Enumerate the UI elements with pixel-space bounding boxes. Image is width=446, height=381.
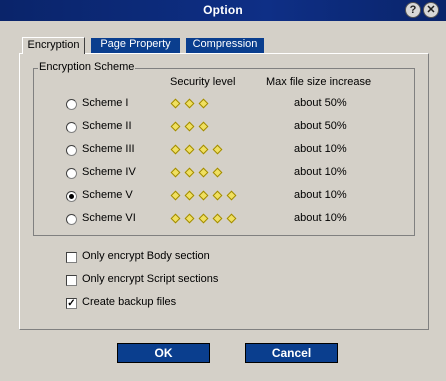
security-level-indicator [170,121,212,133]
diamond-icon [198,167,209,178]
scheme-radio[interactable] [66,191,77,202]
size-increase-value: about 10% [294,212,347,224]
diamond-icon [212,213,223,224]
diamond-icon [198,121,209,132]
diamond-icon [170,213,181,224]
scheme-radio[interactable] [66,122,77,133]
option-checkbox[interactable]: ✓ [66,298,77,309]
ok-button[interactable]: OK [117,343,210,363]
diamond-icon [198,98,209,109]
size-increase-value: about 10% [294,143,347,155]
scheme-label[interactable]: Scheme IV [82,166,136,178]
diamond-icon [212,190,223,201]
scheme-radio[interactable] [66,214,77,225]
security-level-header: Security level [170,76,236,88]
diamond-icon [170,121,181,132]
diamond-icon [184,213,195,224]
cancel-button[interactable]: Cancel [245,343,338,363]
close-icon[interactable]: ✕ [423,2,439,18]
scheme-label[interactable]: Scheme III [82,143,135,155]
scheme-label[interactable]: Scheme I [82,97,128,109]
diamond-icon [184,190,195,201]
group-title: Encryption Scheme [38,61,136,73]
option-label[interactable]: Only encrypt Body section [82,250,210,262]
size-increase-value: about 50% [294,97,347,109]
option-checkbox[interactable] [66,275,77,286]
size-increase-value: about 50% [294,120,347,132]
diamond-icon [170,167,181,178]
diamond-icon [212,167,223,178]
size-increase-value: about 10% [294,189,347,201]
tab-page-property[interactable]: Page Property [91,38,180,53]
diamond-icon [212,144,223,155]
option-label[interactable]: Only encrypt Script sections [82,273,218,285]
tab-encryption[interactable]: Encryption [22,37,85,54]
diamond-icon [184,121,195,132]
scheme-label[interactable]: Scheme VI [82,212,136,224]
scheme-label[interactable]: Scheme II [82,120,132,132]
scheme-label[interactable]: Scheme V [82,189,133,201]
option-dialog: Option ? ✕ Encryption Page Property Comp… [0,0,446,381]
diamond-icon [226,190,237,201]
security-level-indicator [170,213,240,225]
diamond-icon [184,144,195,155]
diamond-icon [170,144,181,155]
security-level-indicator [170,167,226,179]
tab-compression[interactable]: Compression [186,38,264,53]
scheme-radio[interactable] [66,145,77,156]
size-increase-header: Max file size increase [266,76,372,88]
security-level-indicator [170,144,226,156]
option-label[interactable]: Create backup files [82,296,176,308]
window-title: Option [203,3,243,17]
scheme-radio[interactable] [66,99,77,110]
help-icon[interactable]: ? [405,2,421,18]
scheme-radio[interactable] [66,168,77,179]
diamond-icon [226,213,237,224]
diamond-icon [170,98,181,109]
diamond-icon [198,213,209,224]
diamond-icon [198,144,209,155]
size-increase-value: about 10% [294,166,347,178]
diamond-icon [198,190,209,201]
diamond-icon [184,98,195,109]
diamond-icon [170,190,181,201]
diamond-icon [184,167,195,178]
security-level-indicator [170,98,212,110]
option-checkbox[interactable] [66,252,77,263]
title-bar[interactable]: Option ? ✕ [0,0,446,21]
security-level-indicator [170,190,240,202]
